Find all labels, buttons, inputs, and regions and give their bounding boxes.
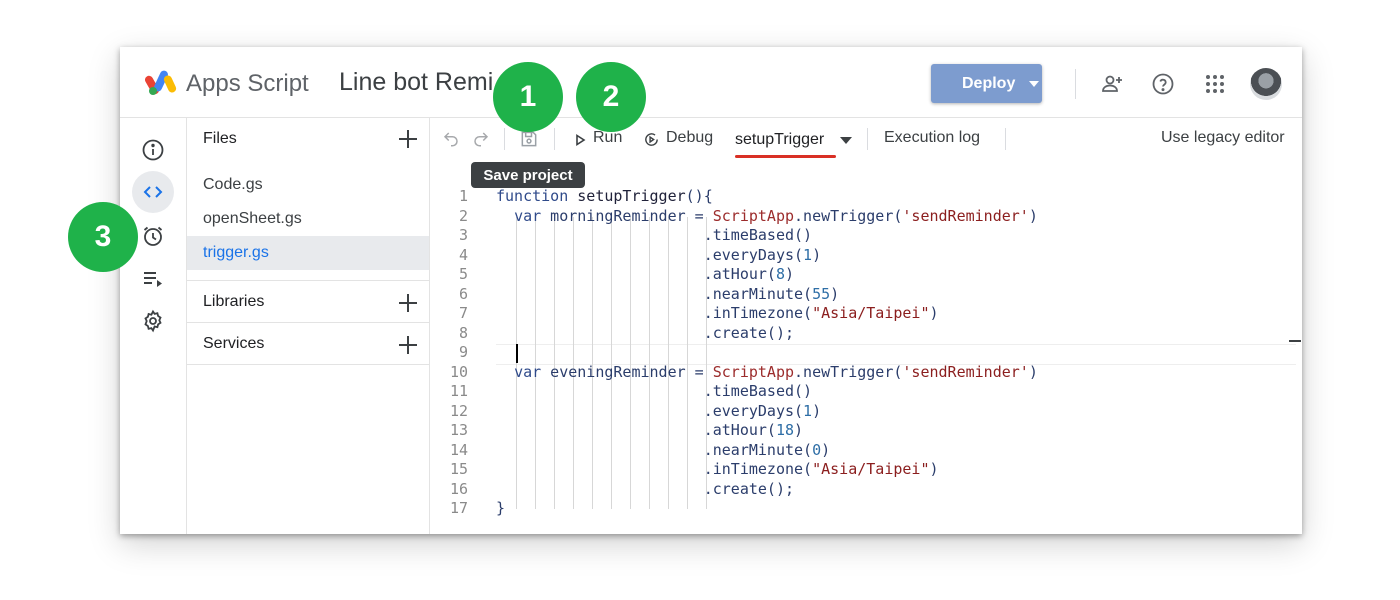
save-project-tooltip: Save project <box>471 162 585 188</box>
divider <box>867 128 868 150</box>
chevron-down-icon <box>1029 80 1040 87</box>
deploy-button[interactable]: Deploy <box>931 64 1042 103</box>
line-number: 3 <box>458 226 468 244</box>
alarm-clock-icon <box>143 226 163 246</box>
line-number: 12 <box>449 401 468 420</box>
file-item-code[interactable]: Code.gs <box>187 168 429 202</box>
overview-button[interactable] <box>132 129 174 171</box>
divider <box>1005 128 1006 150</box>
line-number: 1 <box>458 187 468 205</box>
line-number: 15 <box>449 460 468 478</box>
divider <box>187 364 429 365</box>
execution-log-button[interactable]: Execution log <box>884 129 980 147</box>
add-library-icon[interactable] <box>399 294 417 312</box>
line-number: 2 <box>458 206 468 225</box>
add-person-icon[interactable] <box>1100 72 1124 96</box>
add-file-icon[interactable] <box>399 130 417 148</box>
app-name: Apps Script <box>186 70 309 97</box>
editor-button[interactable] <box>132 171 174 213</box>
file-item-trigger[interactable]: trigger.gs <box>187 236 429 270</box>
deploy-label: Deploy <box>962 74 1016 92</box>
apps-script-window: Apps Script Line bot Remi Deploy Files C… <box>120 47 1302 534</box>
apps-script-logo-icon <box>145 70 177 95</box>
triggers-button[interactable] <box>132 215 174 257</box>
left-navigation-rail <box>120 118 187 534</box>
line-number: 8 <box>458 323 468 342</box>
scrollbar-marker <box>1289 340 1301 342</box>
gear-icon <box>144 309 162 333</box>
line-number: 9 <box>458 343 468 361</box>
help-icon[interactable] <box>1151 72 1175 96</box>
line-number: 16 <box>449 479 468 498</box>
code-icon <box>143 186 163 198</box>
line-number: 6 <box>458 284 468 303</box>
executions-button[interactable] <box>132 258 174 300</box>
divider <box>504 128 505 150</box>
line-number: 10 <box>449 362 468 381</box>
line-number: 13 <box>449 421 468 439</box>
play-icon[interactable] <box>575 134 586 146</box>
executions-icon <box>144 272 162 287</box>
file-name: openSheet.gs <box>203 210 302 227</box>
file-name: trigger.gs <box>203 244 269 261</box>
project-title[interactable]: Line bot Remi <box>339 68 493 97</box>
use-legacy-editor-link[interactable]: Use legacy editor <box>1161 129 1285 147</box>
libraries-label: Libraries <box>203 293 265 310</box>
redo-icon[interactable] <box>472 130 490 148</box>
info-icon <box>142 139 164 161</box>
line-number: 17 <box>449 499 468 517</box>
step-marker-2: 2 <box>576 62 646 132</box>
line-number: 14 <box>449 440 468 459</box>
save-icon[interactable] <box>519 129 539 149</box>
function-select[interactable]: setupTrigger <box>735 131 824 149</box>
divider <box>1075 69 1076 99</box>
top-app-bar: Apps Script Line bot Remi Deploy <box>120 47 1302 118</box>
avatar[interactable] <box>1250 68 1282 100</box>
line-number: 4 <box>458 245 468 264</box>
divider <box>187 322 429 323</box>
file-name: Code.gs <box>203 176 263 193</box>
code-editor[interactable]: 1 function setupTrigger(){ 2 var morningR… <box>430 160 1302 534</box>
editor-toolbar: Run Debug setupTrigger Execution log Use… <box>430 118 1302 161</box>
apps-grid-icon[interactable] <box>1203 72 1227 96</box>
debug-button[interactable]: Debug <box>666 129 713 147</box>
divider <box>187 280 429 281</box>
undo-icon[interactable] <box>442 130 460 148</box>
services-label: Services <box>203 335 265 352</box>
divider <box>554 128 555 150</box>
line-number: 11 <box>449 382 468 400</box>
file-item-opensheet[interactable]: openSheet.gs <box>187 202 429 236</box>
project-settings-button[interactable] <box>132 300 174 342</box>
function-select-underline <box>735 155 836 158</box>
debug-icon[interactable] <box>643 131 660 148</box>
line-number: 5 <box>458 265 468 283</box>
files-panel: Files Code.gs openSheet.gs trigger.gs Li… <box>187 118 430 534</box>
step-marker-3: 3 <box>68 202 138 272</box>
step-marker-1: 1 <box>493 62 563 132</box>
chevron-down-icon[interactable] <box>840 137 852 144</box>
line-number: 7 <box>458 304 468 322</box>
files-header: Files <box>203 130 237 147</box>
text-cursor <box>516 344 518 363</box>
add-service-icon[interactable] <box>399 336 417 354</box>
